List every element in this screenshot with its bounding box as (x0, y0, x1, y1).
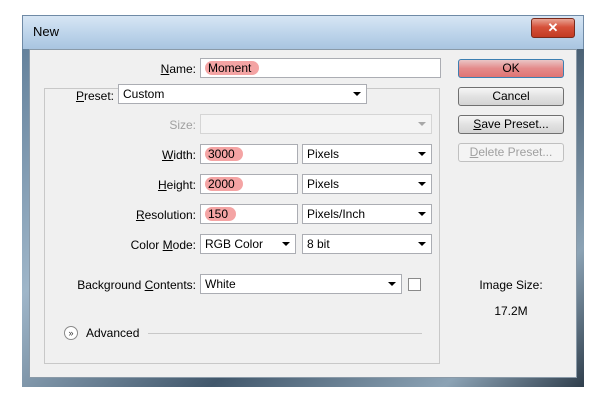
close-button[interactable]: ✕ (531, 18, 575, 38)
width-label: Width: (161, 148, 196, 162)
title-bar[interactable]: New ✕ (22, 15, 584, 49)
width-value: 3000 (205, 147, 243, 161)
width-unit-select[interactable]: Pixels (302, 144, 432, 164)
close-icon: ✕ (547, 20, 559, 35)
resolution-label: Resolution: (135, 208, 196, 222)
background-contents-select[interactable]: White (200, 274, 402, 294)
preset-label: Preset: (52, 89, 116, 103)
advanced-label[interactable]: Advanced (86, 326, 139, 340)
image-size-value: 17.2M (494, 304, 528, 318)
resolution-unit-select[interactable]: Pixels/Inch (302, 204, 432, 224)
advanced-divider (148, 333, 422, 334)
chevron-double-down-icon[interactable]: » (64, 326, 78, 340)
preset-select[interactable]: Custom (118, 84, 367, 104)
chevron-down-icon (418, 242, 426, 246)
bit-depth-select[interactable]: 8 bit (302, 234, 432, 254)
name-value: Moment (205, 61, 260, 75)
height-unit-select[interactable]: Pixels (302, 174, 432, 194)
resolution-input[interactable]: 150 (200, 204, 298, 224)
chevron-down-icon (418, 212, 426, 216)
save-preset-button[interactable]: Save Preset... (458, 115, 564, 134)
color-mode-label: Color Mode: (130, 238, 196, 252)
chevron-down-icon (418, 152, 426, 156)
height-label: Height: (157, 178, 196, 192)
bit-depth-value: 8 bit (307, 237, 330, 251)
color-mode-select[interactable]: RGB Color (200, 234, 296, 254)
name-input[interactable]: Moment (200, 58, 441, 78)
window-title: New (33, 24, 60, 39)
image-size-label: Image Size: (479, 278, 543, 292)
chevron-down-icon (418, 182, 426, 186)
color-mode-value: RGB Color (205, 237, 264, 251)
chevron-down-icon (282, 242, 290, 246)
delete-preset-button: Delete Preset... (458, 143, 564, 162)
resolution-unit-value: Pixels/Inch (307, 207, 366, 221)
height-value: 2000 (205, 177, 243, 191)
width-input[interactable]: 3000 (200, 144, 298, 164)
size-select (200, 114, 432, 134)
background-contents-label: Background Contents: (77, 278, 196, 292)
ok-button[interactable]: OK (458, 59, 564, 78)
chevron-down-icon (388, 282, 396, 286)
background-color-swatch[interactable] (408, 278, 421, 291)
name-label: Name: (160, 62, 196, 76)
height-unit-value: Pixels (307, 177, 340, 191)
background-contents-value: White (205, 277, 236, 291)
resolution-value: 150 (205, 207, 237, 221)
chevron-down-icon (353, 92, 361, 96)
preset-value: Custom (123, 87, 165, 101)
width-unit-value: Pixels (307, 147, 340, 161)
cancel-button[interactable]: Cancel (458, 87, 564, 106)
size-label: Size: (169, 118, 196, 132)
chevron-down-icon (418, 122, 426, 126)
height-input[interactable]: 2000 (200, 174, 298, 194)
